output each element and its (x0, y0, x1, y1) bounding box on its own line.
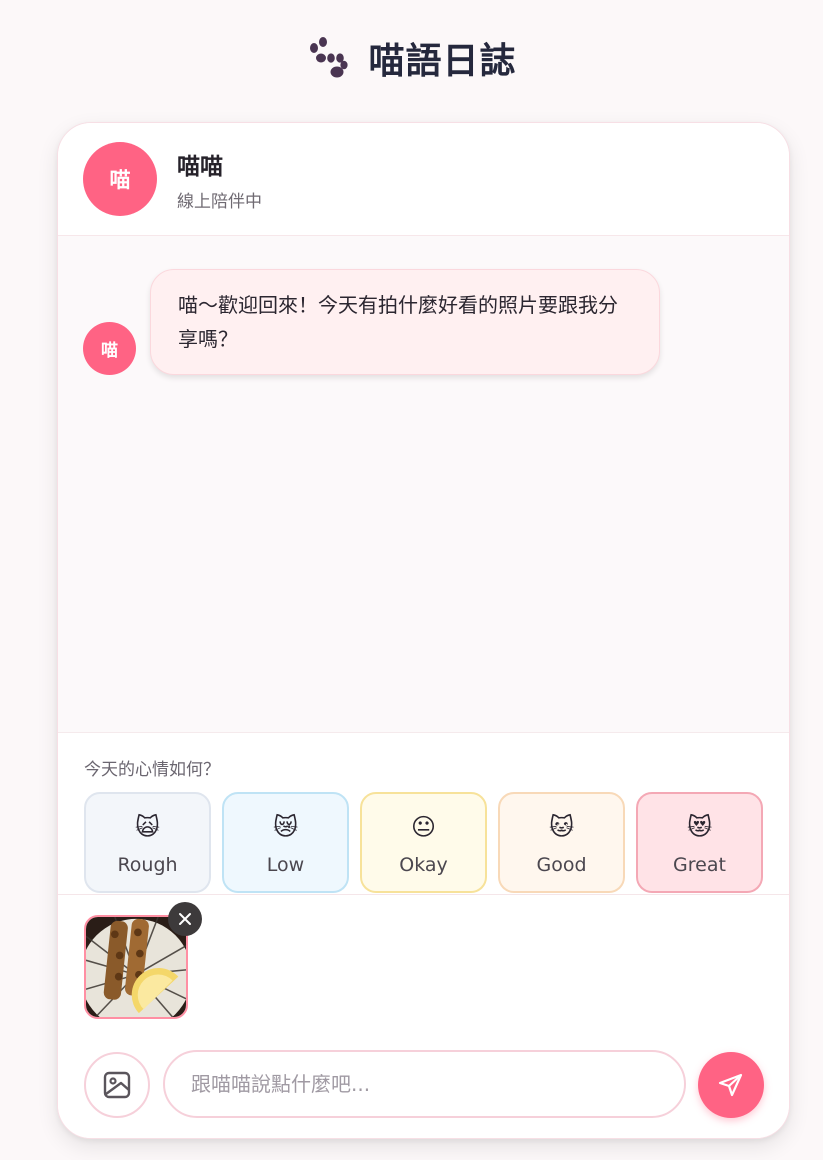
chat-card: 喵 喵喵 線上陪伴中 喵 喵～歡迎回來！今天有拍什麼好看的照片要跟我分享嗎？ 今… (57, 122, 790, 1139)
mood-selector: 今天的心情如何？ 🙀 Rough 😿 Low 😐 Okay 🐱 Good 😻 G… (58, 732, 789, 895)
mood-button-okay[interactable]: 😐 Okay (360, 792, 487, 893)
message-list[interactable]: 喵 喵～歡迎回來！今天有拍什麼好看的照片要跟我分享嗎？ (58, 236, 789, 732)
mood-button-low[interactable]: 😿 Low (222, 792, 349, 893)
paw-icon (310, 37, 349, 78)
mood-label: Okay (399, 853, 448, 876)
mood-rough-icon: 🙀 (134, 812, 161, 841)
send-button[interactable] (698, 1052, 764, 1118)
message-row: 喵 喵～歡迎回來！今天有拍什麼好看的照片要跟我分享嗎？ (83, 269, 660, 375)
mood-label: Rough (117, 853, 178, 876)
contact-status: 線上陪伴中 (177, 191, 262, 212)
message-avatar: 喵 (83, 322, 136, 375)
remove-photo-button[interactable] (168, 902, 202, 936)
composer (58, 1020, 789, 1138)
image-icon (103, 1071, 131, 1099)
food-photo (86, 917, 186, 1017)
contact-info: 喵喵 線上陪伴中 (177, 147, 262, 212)
attach-image-button[interactable] (84, 1052, 150, 1118)
mood-button-great[interactable]: 😻 Great (636, 792, 763, 893)
app-title: 喵語日誌 (368, 41, 517, 82)
mood-button-good[interactable]: 🐱 Good (498, 792, 625, 893)
contact-name: 喵喵 (177, 153, 223, 180)
attachment-preview (58, 895, 789, 1020)
mood-okay-icon: 😐 (410, 812, 437, 841)
page-header: 喵語日誌 (0, 30, 823, 86)
mood-button-rough[interactable]: 🙀 Rough (84, 792, 211, 893)
mood-question: 今天的心情如何？ (84, 760, 220, 780)
mood-great-icon: 😻 (686, 812, 713, 841)
message-input[interactable] (163, 1050, 686, 1118)
mood-label: Low (266, 853, 305, 876)
avatar: 喵 (83, 142, 157, 216)
mood-options: 🙀 Rough 😿 Low 😐 Okay 🐱 Good 😻 Great (84, 792, 763, 893)
send-icon (718, 1073, 743, 1097)
mood-good-icon: 🐱 (548, 812, 575, 841)
chat-header: 喵 喵喵 線上陪伴中 (58, 123, 789, 236)
mood-low-icon: 😿 (272, 812, 299, 841)
mood-label: Good (536, 853, 587, 876)
mood-label: Great (673, 853, 726, 876)
close-icon (179, 913, 191, 925)
message-bubble: 喵～歡迎回來！今天有拍什麼好看的照片要跟我分享嗎？ (150, 269, 660, 375)
